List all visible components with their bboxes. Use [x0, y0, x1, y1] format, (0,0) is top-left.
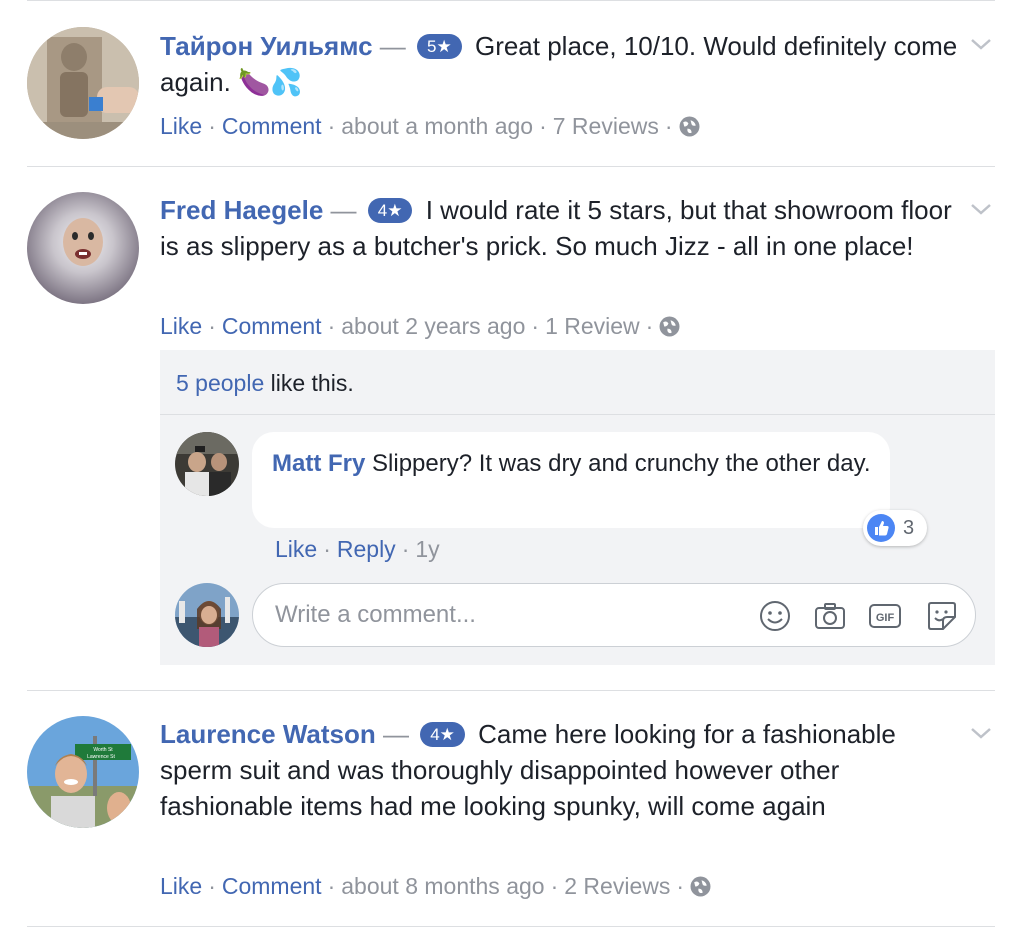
rating-badge: 4★ — [420, 722, 465, 747]
globe-icon — [690, 876, 711, 897]
rating-badge: 4★ — [367, 198, 413, 223]
dash-separator: — — [379, 31, 406, 61]
review-actions: Like · Comment · about 2 years ago · 1 Review · — [160, 311, 680, 341]
comment-link[interactable]: Comment — [222, 873, 322, 899]
avatar[interactable]: Worth St Lawrence St — [27, 716, 139, 828]
svg-text:GIF: GIF — [876, 612, 895, 624]
review-count[interactable]: 7 Reviews — [553, 113, 659, 139]
dash-separator: — — [382, 719, 409, 749]
chevron-down-icon[interactable] — [970, 202, 992, 216]
street-sign-text: Worth St — [93, 747, 113, 753]
review-count[interactable]: 2 Reviews — [564, 873, 670, 899]
review-author[interactable]: Тайрон Уильямс — [160, 31, 373, 61]
avatar[interactable] — [27, 27, 139, 139]
panel-divider — [160, 414, 995, 415]
review-actions: Like · Comment · about 8 months ago · 2 Review… — [160, 871, 711, 901]
svg-text:Lawrence St: Lawrence St — [87, 754, 115, 760]
bottom-divider — [27, 926, 995, 927]
chevron-down-icon[interactable] — [970, 726, 992, 740]
chevron-down-icon[interactable] — [970, 37, 992, 51]
comment-timestamp[interactable]: 1y — [415, 536, 439, 562]
commenter-avatar[interactable] — [175, 432, 239, 496]
reaction-count: 3 — [903, 517, 915, 539]
comments-panel: 5 people like this. Matt Fry Slippery? I… — [160, 350, 995, 665]
timestamp[interactable]: about 8 months ago — [341, 873, 544, 899]
avatar[interactable] — [27, 192, 139, 304]
globe-icon — [659, 316, 680, 337]
likes-people-link[interactable]: 5 people — [176, 370, 264, 396]
globe-icon — [679, 116, 700, 137]
current-user-avatar[interactable] — [175, 583, 239, 647]
review-text-block: Fred Haegele — 4★ I would rate it 5 star… — [160, 192, 960, 264]
like-link[interactable]: Like — [160, 113, 202, 139]
timestamp[interactable]: about a month ago — [341, 113, 533, 139]
comment-composer: GIF — [252, 583, 976, 647]
comment-author[interactable]: Matt Fry — [272, 450, 365, 477]
review-text-block: Тайрон Уильямс — 5★ Great place, 10/10. … — [160, 28, 960, 100]
review-text-block: Laurence Watson — 4★ Came here looking f… — [160, 716, 960, 824]
camera-icon[interactable] — [813, 599, 847, 633]
likes-summary-text: like this. — [270, 370, 354, 396]
like-link[interactable]: Like — [160, 313, 202, 339]
comment-text: Slippery? It was dry and crunchy the oth… — [372, 450, 871, 477]
comment-like-link[interactable]: Like — [275, 536, 317, 562]
comment-link[interactable]: Comment — [222, 313, 322, 339]
emoji-icon[interactable] — [758, 599, 792, 633]
timestamp[interactable]: about 2 years ago — [341, 313, 525, 339]
review-count[interactable]: 1 Review — [545, 313, 640, 339]
comment-link[interactable]: Comment — [222, 113, 322, 139]
review-divider — [27, 690, 995, 691]
like-link[interactable]: Like — [160, 873, 202, 899]
review-author[interactable]: Fred Haegele — [160, 195, 323, 225]
review-author[interactable]: Laurence Watson — [160, 719, 376, 749]
review-divider — [27, 166, 995, 167]
reply-link[interactable]: Reply — [337, 536, 396, 562]
reaction-summary[interactable]: 3 — [863, 510, 927, 546]
comment-bubble: Matt Fry Slippery? It was dry and crunch… — [252, 432, 890, 528]
gif-icon[interactable]: GIF — [868, 599, 902, 633]
thumbs-up-icon — [867, 514, 895, 542]
rating-badge: 5★ — [417, 34, 462, 59]
sticker-icon[interactable] — [925, 599, 959, 633]
top-divider — [27, 0, 995, 1]
comment-text-block: Matt Fry Slippery? It was dry and crunch… — [272, 448, 887, 480]
review-actions: Like · Comment · about a month ago · 7 Reviews… — [160, 111, 700, 141]
comment-actions: Like · Reply · 1y — [275, 536, 440, 562]
write-comment-input[interactable] — [275, 596, 745, 634]
likes-summary: 5 people like this. — [176, 368, 354, 398]
dash-separator: — — [330, 195, 357, 225]
